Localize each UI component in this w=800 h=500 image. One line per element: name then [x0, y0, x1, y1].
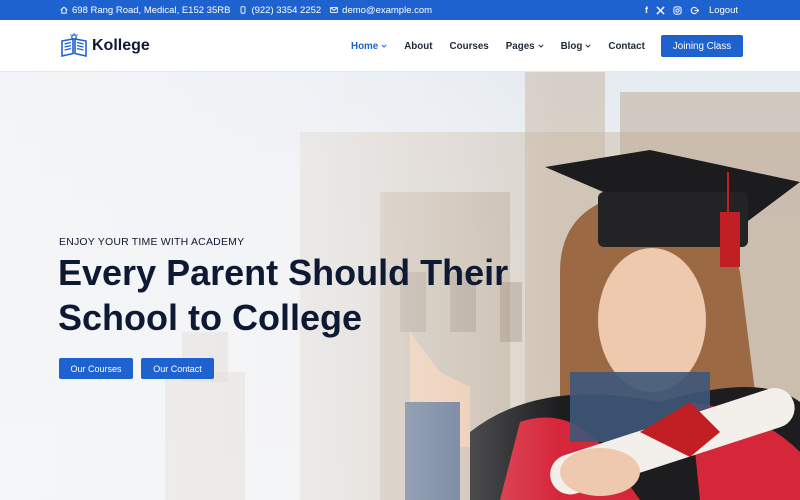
nav-home-label: Home [351, 40, 379, 52]
chevron-down-icon [585, 44, 591, 48]
hero-tagline: ENJOY YOUR TIME WITH ACADEMY [59, 236, 245, 248]
home-icon [60, 6, 68, 14]
nav-courses-label: Courses [449, 40, 489, 52]
hero-headline-line1: Every Parent Should Their [58, 252, 509, 293]
phone-text[interactable]: (922) 3354 2252 [251, 5, 321, 16]
logout-icon [690, 6, 699, 14]
address-item: 698 Rang Road, Medical, E152 35RB [60, 5, 230, 16]
contact-info: 698 Rang Road, Medical, E152 35RB (922) … [60, 0, 432, 20]
phone-item[interactable]: (922) 3354 2252 [239, 5, 321, 16]
brand-name: Kollege [92, 37, 150, 54]
hero-section: ENJOY YOUR TIME WITH ACADEMY Every Paren… [0, 72, 800, 500]
top-bar: 698 Rang Road, Medical, E152 35RB (922) … [0, 0, 800, 20]
nav-about[interactable]: About [404, 41, 432, 52]
nav-pages-label: Pages [505, 40, 535, 52]
nav-courses[interactable]: Courses [450, 41, 489, 52]
our-courses-button[interactable]: Our Courses [59, 358, 133, 379]
hero-headline: Every Parent Should Their School to Coll… [58, 250, 578, 340]
site-logo[interactable]: Kollege [60, 33, 150, 59]
nav-pages[interactable]: Pages [506, 41, 544, 52]
nav-contact[interactable]: Contact [608, 41, 644, 52]
chevron-down-icon [538, 44, 544, 48]
joining-class-button[interactable]: Joining Class [661, 35, 743, 57]
chevron-down-icon [381, 44, 387, 48]
main-nav: Home About Courses Pages Blog Contact [351, 20, 674, 72]
address-text: 698 Rang Road, Medical, E152 35RB [72, 4, 231, 16]
our-contact-button[interactable]: Our Contact [141, 358, 214, 379]
hero-headline-line2: School to College [58, 297, 363, 338]
nav-about-label: About [404, 40, 433, 52]
instagram-icon[interactable] [673, 5, 682, 15]
nav-blog-label: Blog [560, 40, 583, 52]
main-header: Kollege Home About Courses Pages Blog Co… [0, 20, 800, 72]
nav-home[interactable]: Home [351, 41, 387, 52]
mail-icon [330, 7, 338, 13]
phone-icon [240, 6, 246, 14]
email-item[interactable]: demo@example.com [330, 5, 432, 16]
book-logo-icon [61, 33, 87, 58]
logout-link[interactable]: Logout [709, 5, 738, 16]
email-text[interactable]: demo@example.com [342, 5, 432, 16]
nav-contact-label: Contact [608, 40, 645, 52]
nav-blog[interactable]: Blog [561, 41, 592, 52]
social-links: f Logout [645, 0, 738, 20]
facebook-icon[interactable]: f [645, 0, 648, 20]
x-icon[interactable] [656, 5, 665, 15]
